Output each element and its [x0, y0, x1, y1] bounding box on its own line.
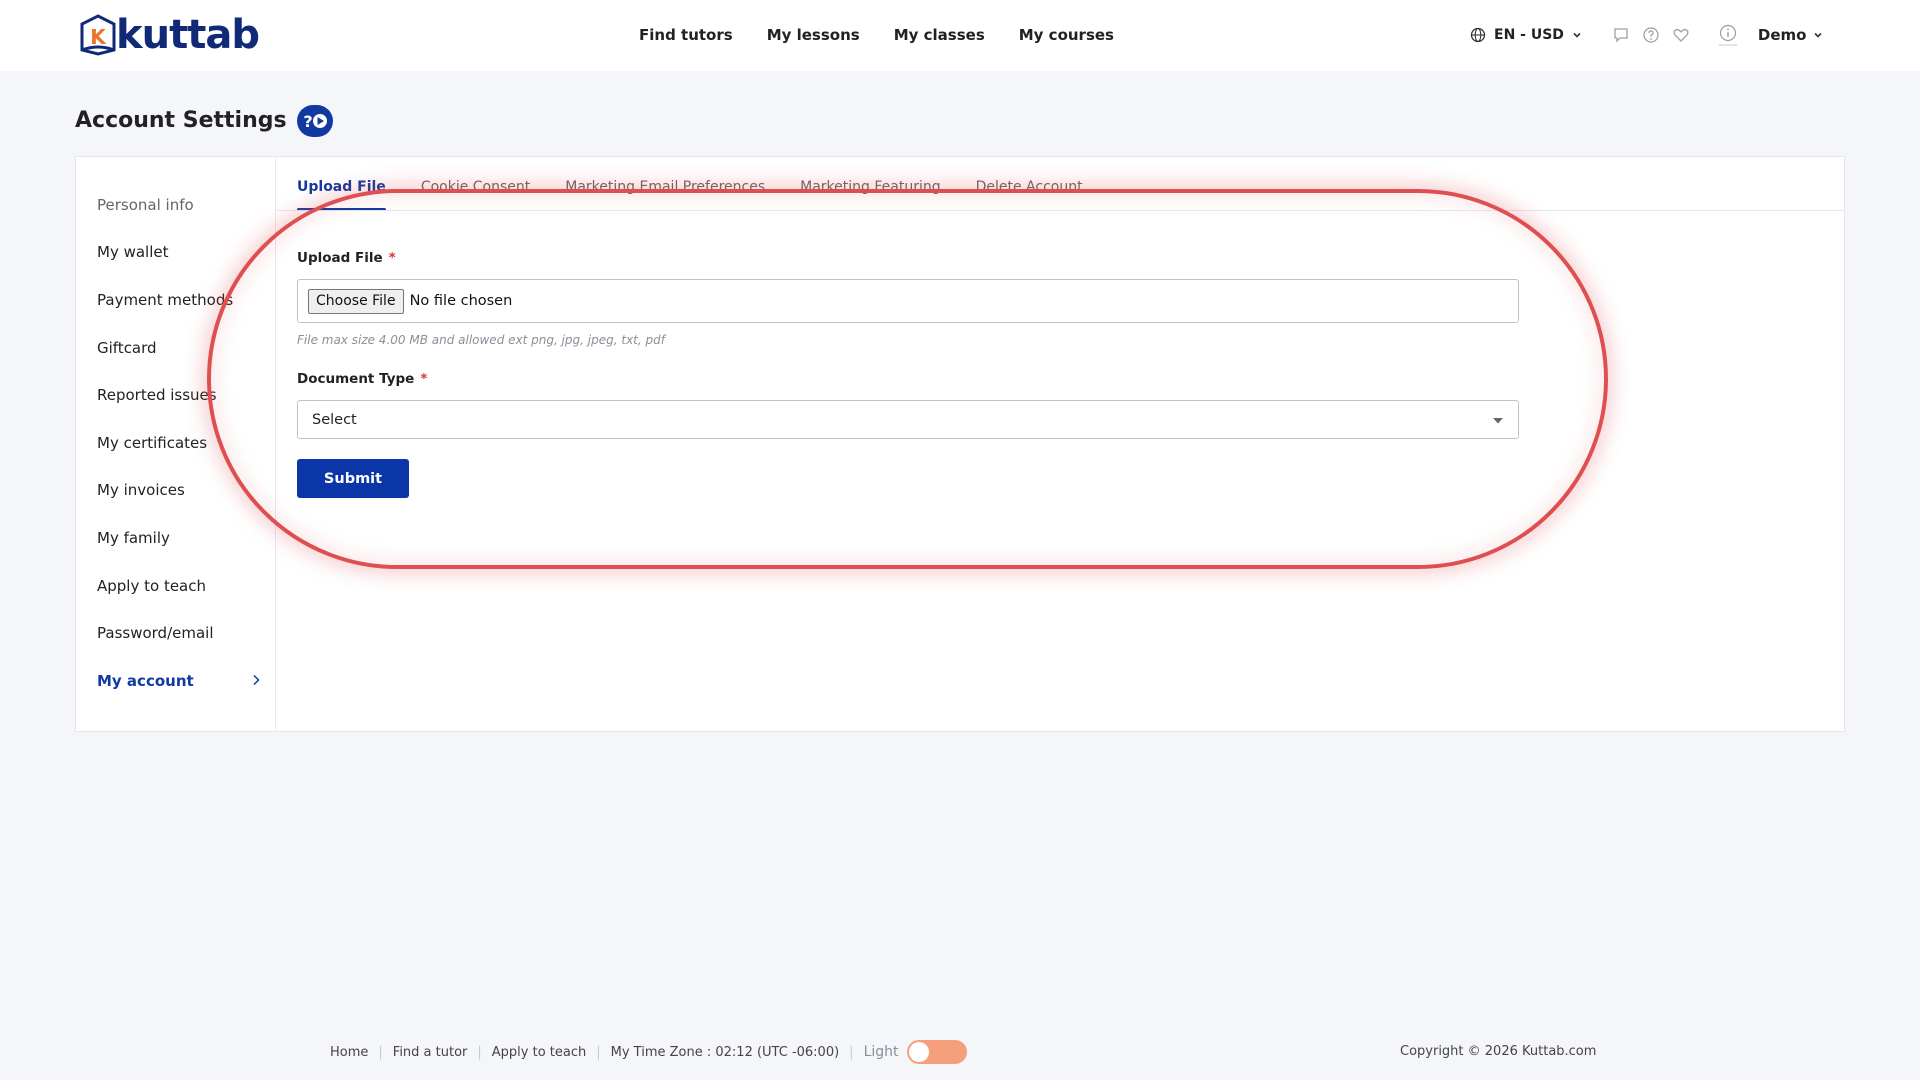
nav-my-classes[interactable]: My classes — [894, 24, 985, 46]
tab-delete-account[interactable]: Delete Account — [976, 179, 1083, 210]
help-play-icon: ? — [303, 112, 327, 131]
sidebar-item-label: My invoices — [97, 481, 185, 500]
locale-label: EN - USD — [1494, 27, 1564, 43]
footer-links: Home | Find a tutor | Apply to teach | M… — [330, 1040, 967, 1064]
sidebar-item-label: My family — [97, 528, 170, 547]
sidebar-item-giftcard[interactable]: Giftcard — [76, 324, 275, 372]
locale-selector[interactable]: EN - USD — [1470, 27, 1582, 43]
chevron-right-icon — [253, 674, 260, 685]
submit-button[interactable]: Submit — [297, 459, 409, 498]
main-nav: Find tutors My lessons My classes My cou… — [639, 24, 1114, 46]
nav-find-tutors[interactable]: Find tutors — [639, 24, 733, 46]
footer-separator: | — [596, 1044, 601, 1060]
document-type-label-text: Document Type — [297, 371, 415, 387]
footer-timezone: My Time Zone : 02:12 (UTC -06:00) — [610, 1044, 840, 1060]
document-type-value: Select — [312, 411, 357, 428]
document-type-label: Document Type * — [297, 370, 1519, 388]
footer-separator: | — [378, 1044, 383, 1060]
globe-icon — [1470, 27, 1486, 43]
sidebar-item-label: Reported issues — [97, 386, 217, 405]
svg-text:K: K — [90, 25, 107, 49]
sidebar-item-my-certificates[interactable]: My certificates — [76, 419, 275, 467]
footer-separator: | — [477, 1044, 482, 1060]
sidebar-item-label: Password/email — [97, 624, 214, 643]
heart-icon[interactable] — [1672, 26, 1690, 44]
header-right: EN - USD Demo — [1470, 22, 1823, 48]
header-icons — [1612, 26, 1690, 44]
sidebar-item-reported-issues[interactable]: Reported issues — [76, 371, 275, 419]
tab-marketing-featuring[interactable]: Marketing Featuring — [800, 179, 940, 210]
upload-form: Upload File * Choose File No file chosen … — [297, 249, 1519, 498]
sidebar-item-apply-to-teach[interactable]: Apply to teach — [76, 562, 275, 610]
theme-toggle-knob — [908, 1042, 929, 1062]
sidebar-item-label: My account — [97, 671, 194, 690]
sidebar-item-payment-methods[interactable]: Payment methods — [76, 276, 275, 324]
svg-text:?: ? — [303, 112, 312, 131]
nav-my-lessons[interactable]: My lessons — [767, 24, 860, 46]
sidebar-item-label: My wallet — [97, 243, 169, 262]
sidebar-item-my-wallet[interactable]: My wallet — [76, 229, 275, 277]
top-header: K kuttab Find tutors My lessons My class… — [0, 0, 1920, 71]
chat-icon[interactable] — [1612, 26, 1630, 44]
footer-link-home[interactable]: Home — [330, 1045, 368, 1060]
tab-upload-file[interactable]: Upload File — [297, 179, 386, 211]
tab-cookie-consent[interactable]: Cookie Consent — [421, 179, 530, 210]
file-status: No file chosen — [409, 293, 513, 309]
tabs-divider — [277, 210, 1844, 211]
nav-my-courses[interactable]: My courses — [1019, 24, 1114, 46]
choose-file-button[interactable]: Choose File — [308, 288, 404, 314]
upload-file-label: Upload File * — [297, 249, 1519, 267]
footer-link-apply-to-teach[interactable]: Apply to teach — [492, 1045, 586, 1060]
sidebar-item-label: Giftcard — [97, 338, 157, 357]
footer-separator: | — [849, 1044, 854, 1060]
help-circle-icon[interactable] — [1642, 26, 1660, 44]
sidebar-item-my-invoices[interactable]: My invoices — [76, 467, 275, 515]
settings-sidebar: Personal info My wallet Payment methods … — [76, 157, 276, 731]
logo-mark-icon: K — [80, 14, 116, 56]
brand-name: kuttab — [116, 12, 260, 58]
caret-down-icon — [1493, 418, 1503, 424]
file-hint: File max size 4.00 MB and allowed ext pn… — [297, 333, 665, 347]
settings-card: Personal info My wallet Payment methods … — [75, 156, 1845, 732]
sidebar-item-personal-info[interactable]: Personal info — [76, 181, 275, 229]
required-mark: * — [388, 250, 396, 266]
required-mark: * — [420, 371, 428, 387]
help-video-button[interactable]: ? — [296, 105, 333, 137]
sidebar-item-password-email[interactable]: Password/email — [76, 609, 275, 657]
settings-content: Upload File Cookie Consent Marketing Ema… — [277, 157, 1844, 731]
sidebar-item-label: Personal info — [97, 195, 194, 214]
user-name: Demo — [1757, 26, 1807, 44]
file-input[interactable]: Choose File No file chosen — [297, 279, 1519, 323]
page-title-row: Account Settings ? — [75, 105, 333, 137]
footer-link-find-a-tutor[interactable]: Find a tutor — [393, 1045, 468, 1060]
sidebar-item-my-family[interactable]: My family — [76, 514, 275, 562]
document-type-select[interactable]: Select — [297, 400, 1519, 439]
info-icon[interactable] — [1718, 24, 1738, 46]
sidebar-item-label: Payment methods — [97, 290, 234, 309]
chevron-down-icon — [1573, 32, 1581, 38]
tab-marketing-email-preferences[interactable]: Marketing Email Preferences — [565, 179, 765, 210]
sidebar-item-my-account[interactable]: My account — [76, 657, 275, 705]
sidebar-item-label: Apply to teach — [97, 576, 206, 595]
theme-label: Light — [863, 1044, 899, 1060]
sidebar-item-label: My certificates — [97, 433, 208, 452]
chevron-down-icon — [1814, 32, 1823, 38]
settings-tabs: Upload File Cookie Consent Marketing Ema… — [297, 157, 1083, 211]
upload-file-label-text: Upload File — [297, 250, 383, 266]
user-menu[interactable]: Demo — [1758, 26, 1824, 44]
theme-toggle[interactable] — [906, 1040, 967, 1064]
copyright: Copyright © 2026 Kuttab.com — [1400, 1044, 1597, 1059]
brand-logo[interactable]: K kuttab — [78, 12, 260, 58]
page-title: Account Settings — [75, 108, 287, 133]
